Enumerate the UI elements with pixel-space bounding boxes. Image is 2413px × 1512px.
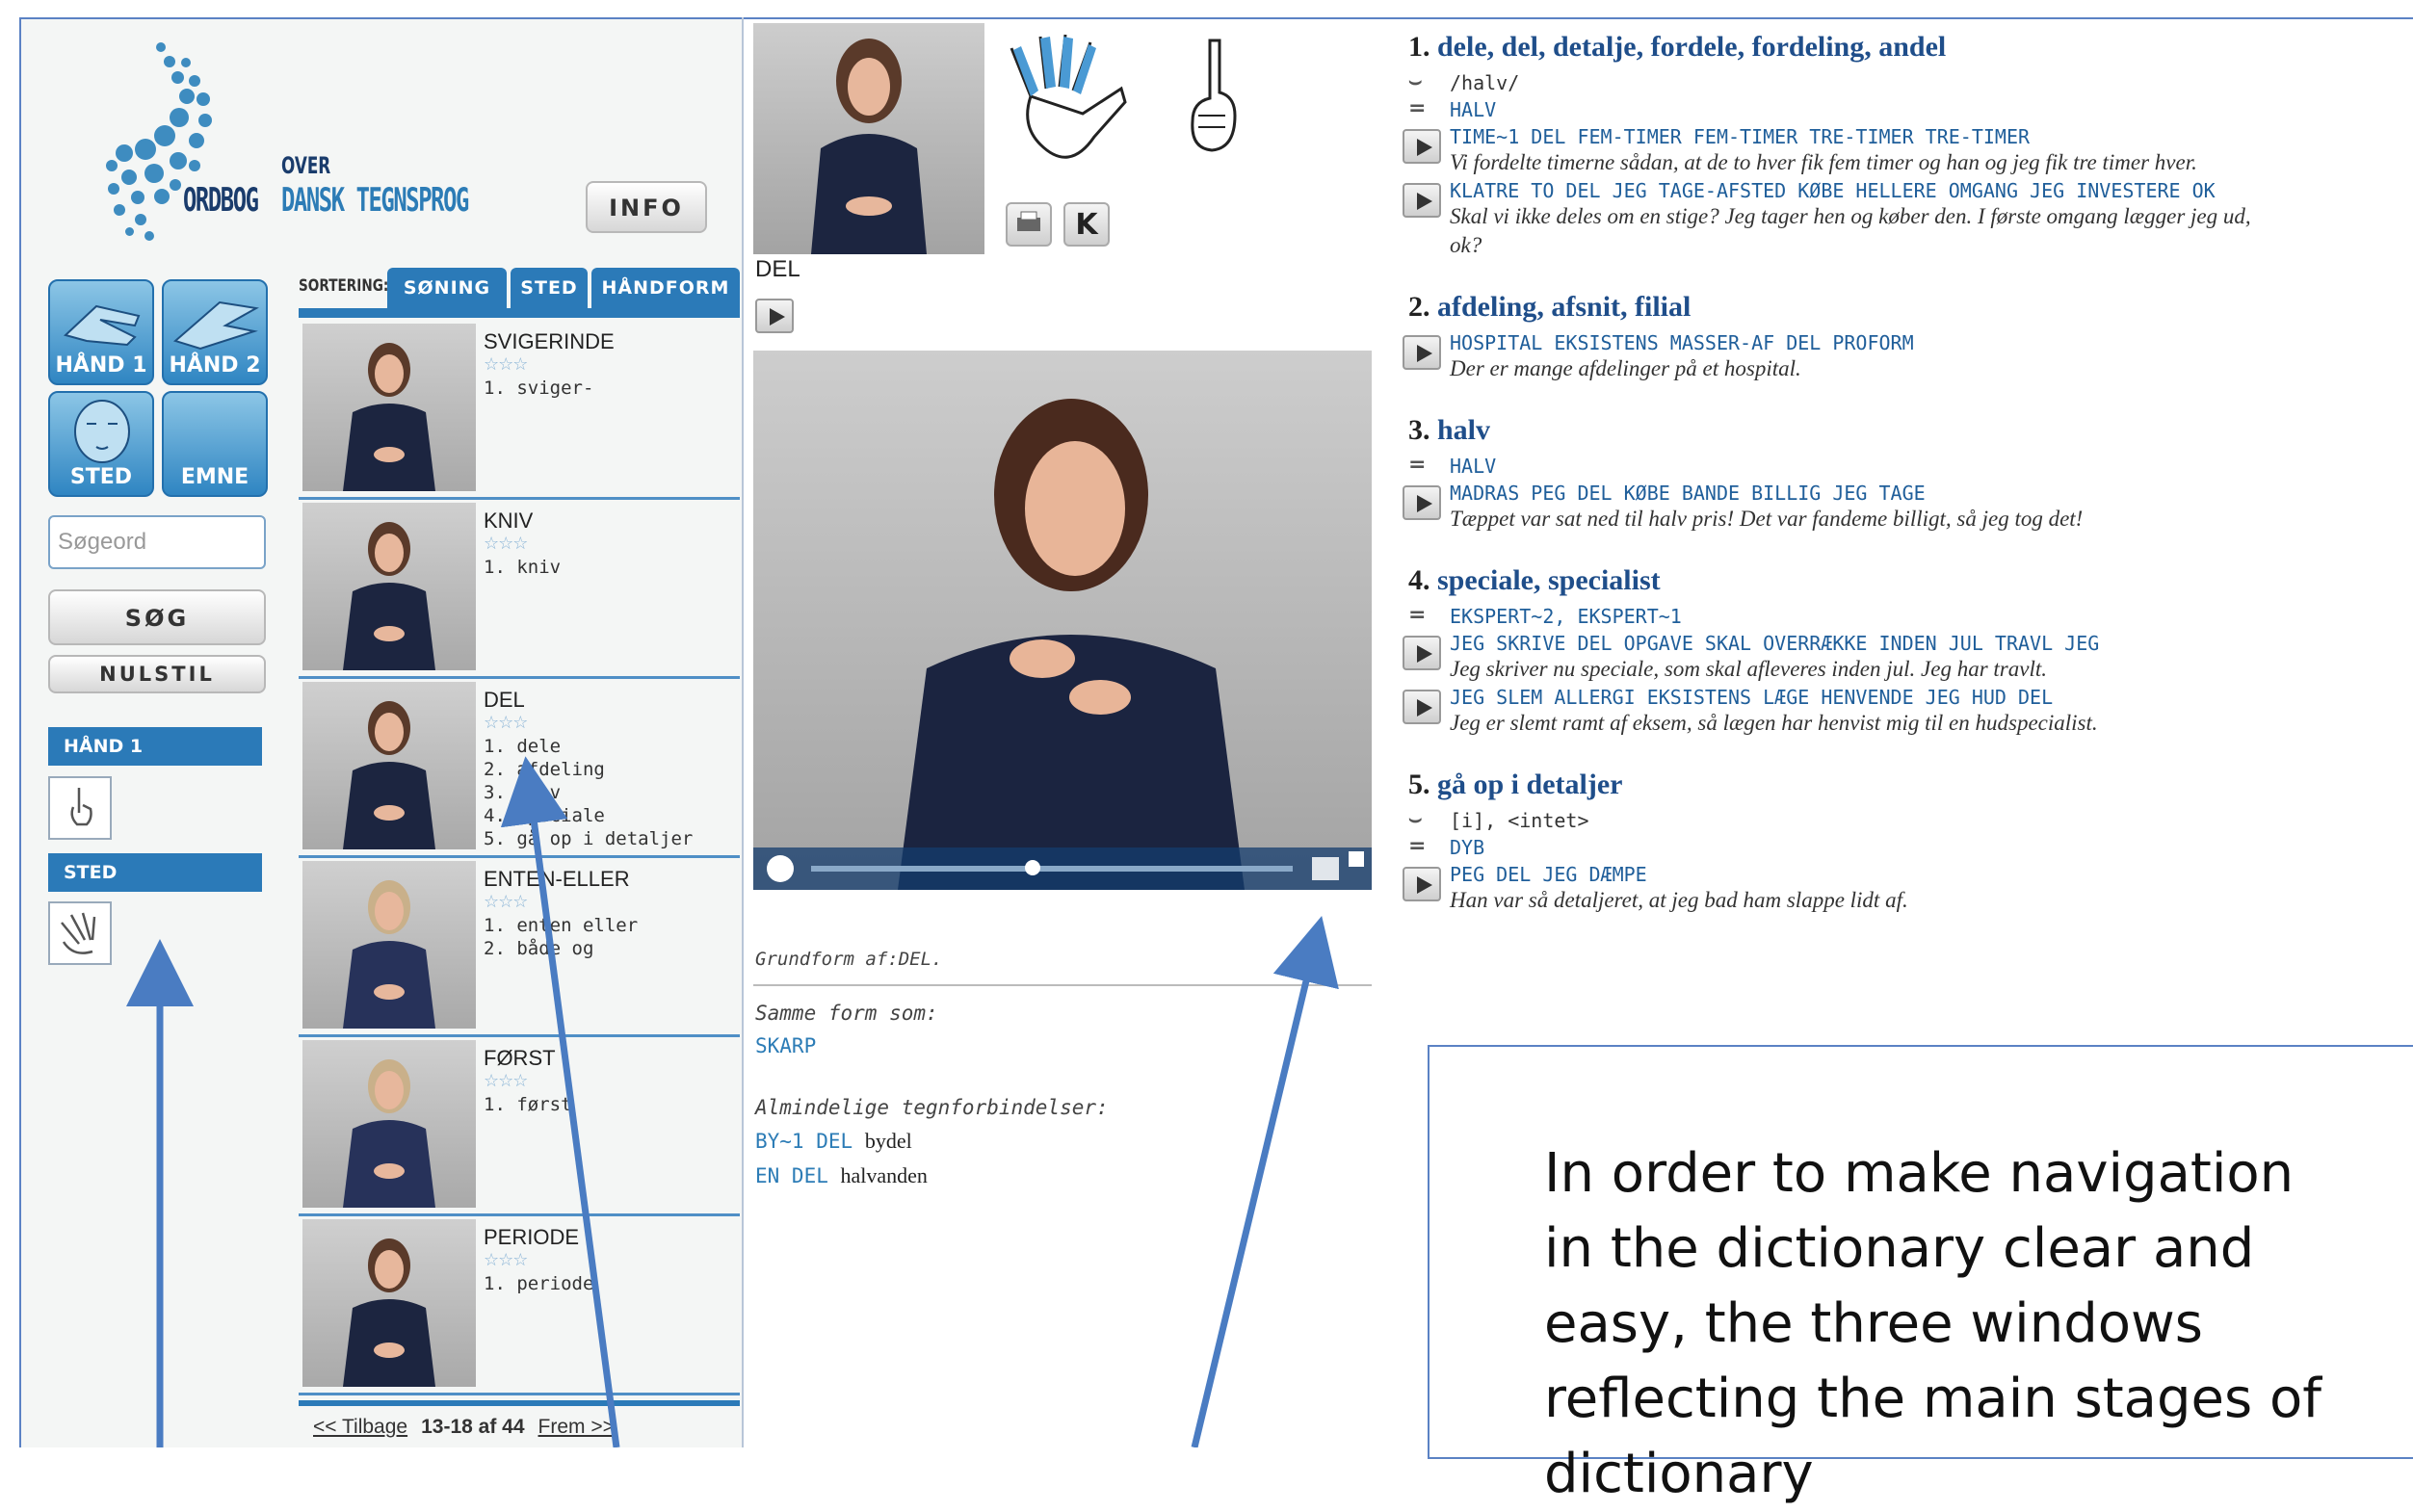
annotation-arrows bbox=[126, 756, 1339, 1447]
arrow-results bbox=[500, 756, 620, 1447]
arrow-video bbox=[1191, 915, 1339, 1447]
